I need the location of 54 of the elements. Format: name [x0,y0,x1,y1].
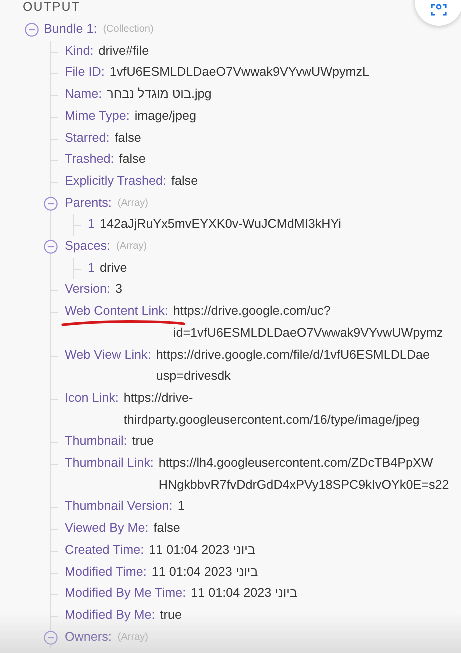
field-label: Viewed By Me: [65,520,149,538]
field-label: Starred: [65,130,110,147]
field-label: Thumbnail Link: [65,455,154,472]
field-value: image/jpeg [134,108,196,125]
type-hint: (Array) [118,196,148,211]
field-value: ביוני 2023 01:04 11 [191,585,298,602]
field-value: ביוני 2023 01:04 11 [149,542,256,559]
field-label: Bundle 1: [44,21,98,38]
field-label: File ID: [65,64,105,82]
field-value: false [114,130,142,147]
type-hint: (Array) [116,240,148,254]
field-label: Trashed: [65,151,114,168]
field-value: https://drive.google.com/uc? id=1vfU6ESMLDLDaeO7Vwwak9VYvwUWpymz [173,303,444,342]
field-label: Owners: [65,628,112,646]
collapse-icon[interactable] [44,196,58,211]
field-value: false [172,172,198,190]
field-label: Modified Time: [65,564,147,581]
field-value: false [119,151,146,168]
field-label: Created Time: [65,542,144,559]
collapse-icon[interactable] [44,630,58,645]
field-label: Web Content Link: [65,304,168,318]
field-value: 3 [116,281,123,298]
field-label: Modified By Me: [65,606,156,624]
field-label: Mime Type: [65,108,130,125]
field-label: Explicitly Trashed: [65,172,166,190]
field-value: 1vfU6ESMLDLDaeO7Vwwak9VYvwUWpymzL [110,64,370,82]
panel-title: OUTPUT [23,0,80,14]
field-label: Modified By Me Time: [65,585,186,602]
field-label: Thumbnail Version: [65,498,173,516]
collapse-icon[interactable] [25,23,39,37]
field-value: בוט מוגדל נבחר.jpg [107,86,212,104]
field-label: Thumbnail: [65,433,128,450]
field-label: Version: [65,281,111,298]
field-label: Web View Link: [65,346,152,364]
type-hint: (Collection) [103,23,154,37]
collapse-icon[interactable] [44,240,58,254]
field-label: Parents: [65,194,112,212]
field-value: https://lh4.googleusercontent.com/ZDcTB4PpXW HNgkbbvR7fvDdrGdD4xPVy18SPC9kIvOYk0E=s22 [158,455,450,494]
field-label: Icon Link: [65,390,119,407]
array-index: 1 [88,216,96,234]
field-label: Spaces: [65,238,111,256]
array-index: 1 [88,260,96,277]
field-label: Kind: [65,42,94,60]
field-value: true [132,433,154,450]
field-value: ביוני 2023 01:04 11 [152,564,258,581]
field-value: 142aJjRuYx5mvEYXK0v-WuJCMdMI3kHYi [100,216,342,234]
scan-icon [431,3,447,17]
field-value: 1 [178,498,185,516]
field-value: false [154,520,180,538]
field-value: https://drive.google.com/file/d/1vfU6ESMLDLDae usp=drivesdk [156,346,430,386]
field-value: drive [100,260,128,277]
field-label: Name: [65,86,102,104]
field-value: true [160,606,182,624]
field-value: drive#file [98,42,150,60]
